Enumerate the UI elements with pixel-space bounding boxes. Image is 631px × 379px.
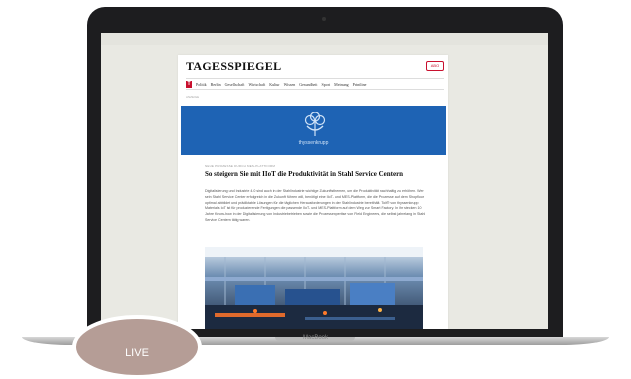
sponsor-banner[interactable]: thyssenkrupp	[181, 106, 446, 155]
live-badge[interactable]: LIVE	[72, 315, 202, 379]
nav-item-sport[interactable]: Sport	[321, 82, 330, 87]
nav-item-wirtschaft[interactable]: Wirtschaft	[248, 82, 265, 87]
ad-kicker: ANZEIGE	[186, 95, 200, 99]
article-body: Digitalisierung und Industrie 4.0 sind a…	[205, 189, 426, 222]
nav-logo-icon[interactable]: T	[186, 80, 192, 88]
article-eyebrow: NEUE PROZESSE DURCH MES-PLATTFORM	[205, 164, 276, 168]
nav-item-gesundheit[interactable]: Gesundheit	[299, 82, 317, 87]
nav-item-gesellschaft[interactable]: Gesellschaft	[225, 82, 245, 87]
factory-floor-image	[205, 247, 423, 329]
laptop-screen: TAGESSPIEGEL ABO T Politik Berlin Gesell…	[101, 33, 548, 329]
live-label: LIVE	[125, 347, 149, 359]
thyssenkrupp-logo-icon	[304, 112, 326, 136]
screen-top-band	[101, 33, 548, 45]
nav-item-printline[interactable]: Printline	[353, 82, 367, 87]
nav-item-politik[interactable]: Politik	[196, 82, 207, 87]
nav-item-wissen[interactable]: Wissen	[284, 82, 296, 87]
article-page: TAGESSPIEGEL ABO T Politik Berlin Gesell…	[178, 55, 448, 329]
nav-item-meinung[interactable]: Meinung	[334, 82, 348, 87]
article-headline[interactable]: So steigern Sie mit IIoT die Produktivit…	[205, 170, 430, 178]
sponsor-brand-name: thyssenkrupp	[298, 140, 329, 146]
abo-button[interactable]: ABO	[426, 61, 444, 71]
nav-item-kultur[interactable]: Kultur	[269, 82, 279, 87]
masthead-logo[interactable]: TAGESSPIEGEL	[186, 59, 281, 74]
nav-item-berlin[interactable]: Berlin	[211, 82, 221, 87]
main-navigation: T Politik Berlin Gesellschaft Wirtschaft…	[186, 78, 444, 90]
factory-photo-graphic	[205, 247, 423, 329]
camera-icon	[322, 17, 326, 21]
